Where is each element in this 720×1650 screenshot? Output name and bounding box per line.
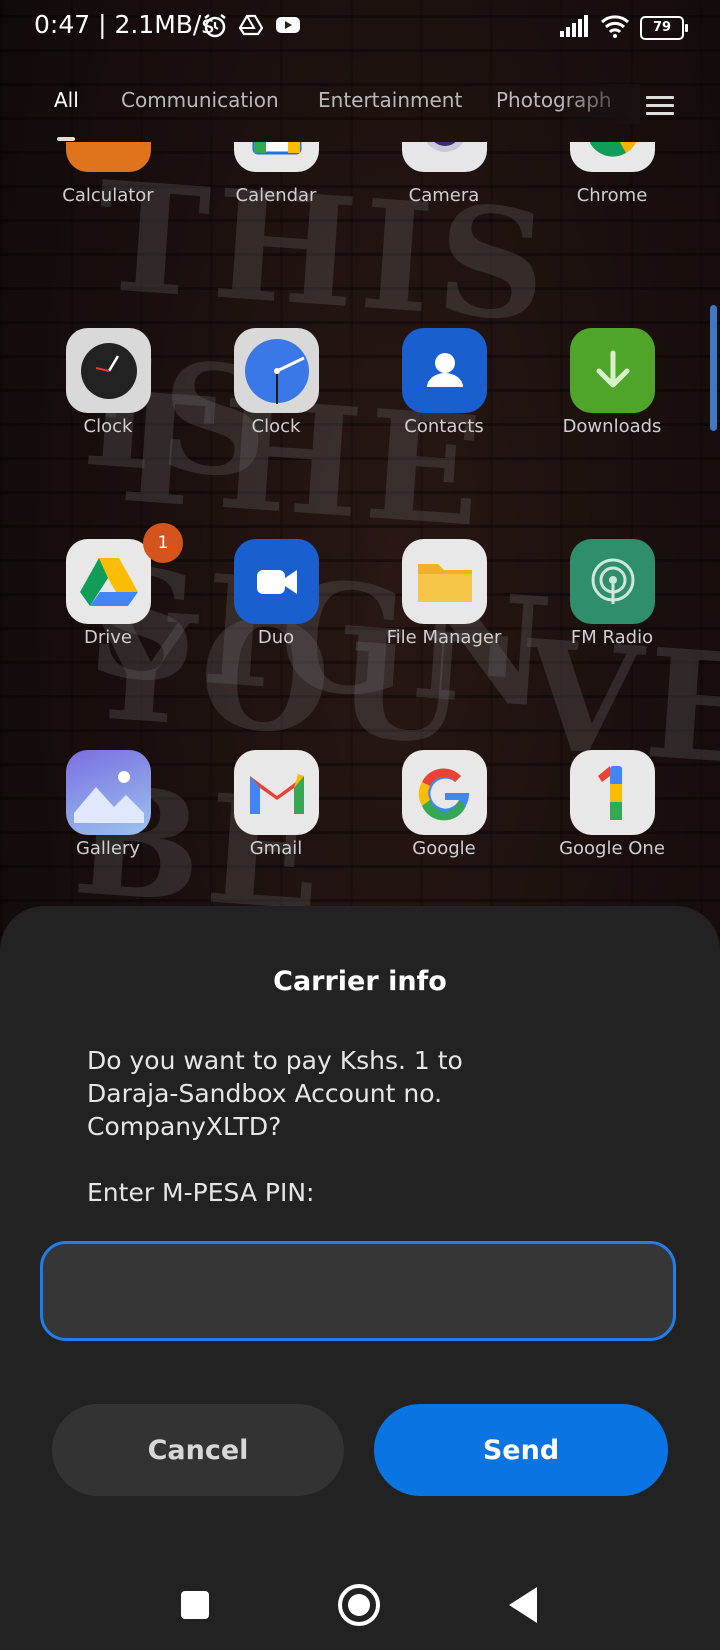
gmail-icon	[234, 750, 319, 835]
tab-all[interactable]: All	[54, 88, 79, 112]
app-chrome[interactable]: Chrome	[528, 142, 696, 287]
youtube-icon	[275, 13, 301, 43]
app-calculator[interactable]: Calculator	[24, 142, 192, 287]
carrier-info-dialog: Carrier info Do you want to pay Kshs. 1 …	[0, 906, 720, 1650]
app-google[interactable]: Google	[360, 750, 528, 907]
app-file-manager[interactable]: File Manager	[360, 539, 528, 739]
app-calendar[interactable]: 31 Calendar	[192, 142, 360, 287]
calendar-icon: 31	[234, 142, 319, 172]
app-label: Duo	[257, 627, 295, 648]
status-bar: 0:47 | 2.1MB/s 79	[0, 0, 720, 54]
home-icon[interactable]	[334, 1580, 384, 1630]
contacts-icon	[402, 328, 487, 413]
app-label: File Manager	[386, 627, 502, 648]
app-gallery[interactable]: Gallery	[24, 750, 192, 907]
drive-icon	[66, 539, 151, 624]
tab-indicator	[57, 137, 75, 141]
app-label: Chrome	[576, 185, 648, 206]
clock-icon	[234, 328, 319, 413]
app-grid: Calculator 31 Calendar Camera Chrome Clo…	[0, 142, 720, 907]
app-label: Calendar	[235, 185, 317, 206]
navigation-bar	[0, 1560, 720, 1650]
status-time-speed: 0:47 | 2.1MB/s	[34, 10, 215, 39]
app-contacts[interactable]: Contacts	[360, 328, 528, 528]
drive-notification-icon	[238, 13, 264, 43]
tab-entertainment[interactable]: Entertainment	[318, 88, 462, 112]
app-label: Downloads	[562, 416, 662, 437]
app-label: Clock	[251, 416, 301, 437]
back-icon[interactable]	[498, 1580, 548, 1630]
app-label: Camera	[408, 185, 480, 206]
app-clock[interactable]: Clock	[24, 328, 192, 528]
app-clock[interactable]: Clock	[192, 328, 360, 528]
app-downloads[interactable]: Downloads	[528, 328, 696, 528]
downloads-icon	[570, 328, 655, 413]
gallery-icon	[66, 750, 151, 835]
recents-icon[interactable]	[170, 1580, 220, 1630]
app-label: Clock	[83, 416, 133, 437]
dialog-message: Do you want to pay Kshs. 1 to Daraja-San…	[87, 1046, 463, 1207]
wifi-icon	[600, 14, 630, 42]
app-label: Google	[412, 838, 476, 859]
dialog-title: Carrier info	[273, 966, 447, 997]
menu-icon[interactable]	[646, 96, 674, 116]
app-google-one[interactable]: Google One	[528, 750, 696, 907]
app-label: Google One	[559, 838, 665, 859]
app-label: Gallery	[75, 838, 141, 859]
app-gmail[interactable]: Gmail	[192, 750, 360, 907]
battery-indicator: 79	[640, 16, 688, 40]
app-label: Calculator	[62, 185, 154, 206]
app-label: FM Radio	[570, 627, 654, 648]
app-duo[interactable]: Duo	[192, 539, 360, 739]
scrollbar[interactable]	[710, 305, 717, 431]
calculator-icon	[66, 142, 151, 172]
send-button[interactable]: Send	[374, 1404, 668, 1496]
duo-icon	[234, 539, 319, 624]
camera-icon	[402, 142, 487, 172]
svg-text:31: 31	[263, 142, 291, 143]
google-icon	[402, 750, 487, 835]
file-manager-icon	[402, 539, 487, 624]
app-drive[interactable]: 1 Drive	[24, 523, 192, 739]
chrome-icon	[570, 142, 655, 172]
alarm-icon	[203, 13, 227, 43]
fm-radio-icon	[570, 539, 655, 624]
signal-icon	[560, 15, 590, 41]
pin-input[interactable]	[40, 1241, 676, 1341]
app-fm-radio[interactable]: FM Radio	[528, 539, 696, 739]
cancel-button[interactable]: Cancel	[52, 1404, 344, 1496]
app-label: Drive	[84, 627, 132, 648]
app-label: Contacts	[404, 416, 484, 437]
tab-fade	[560, 84, 640, 124]
tab-communication[interactable]: Communication	[121, 88, 279, 112]
google-one-icon	[570, 750, 655, 835]
clock-icon	[66, 328, 151, 413]
app-camera[interactable]: Camera	[360, 142, 528, 287]
app-label: Gmail	[249, 838, 303, 859]
notification-badge: 1	[143, 523, 183, 563]
